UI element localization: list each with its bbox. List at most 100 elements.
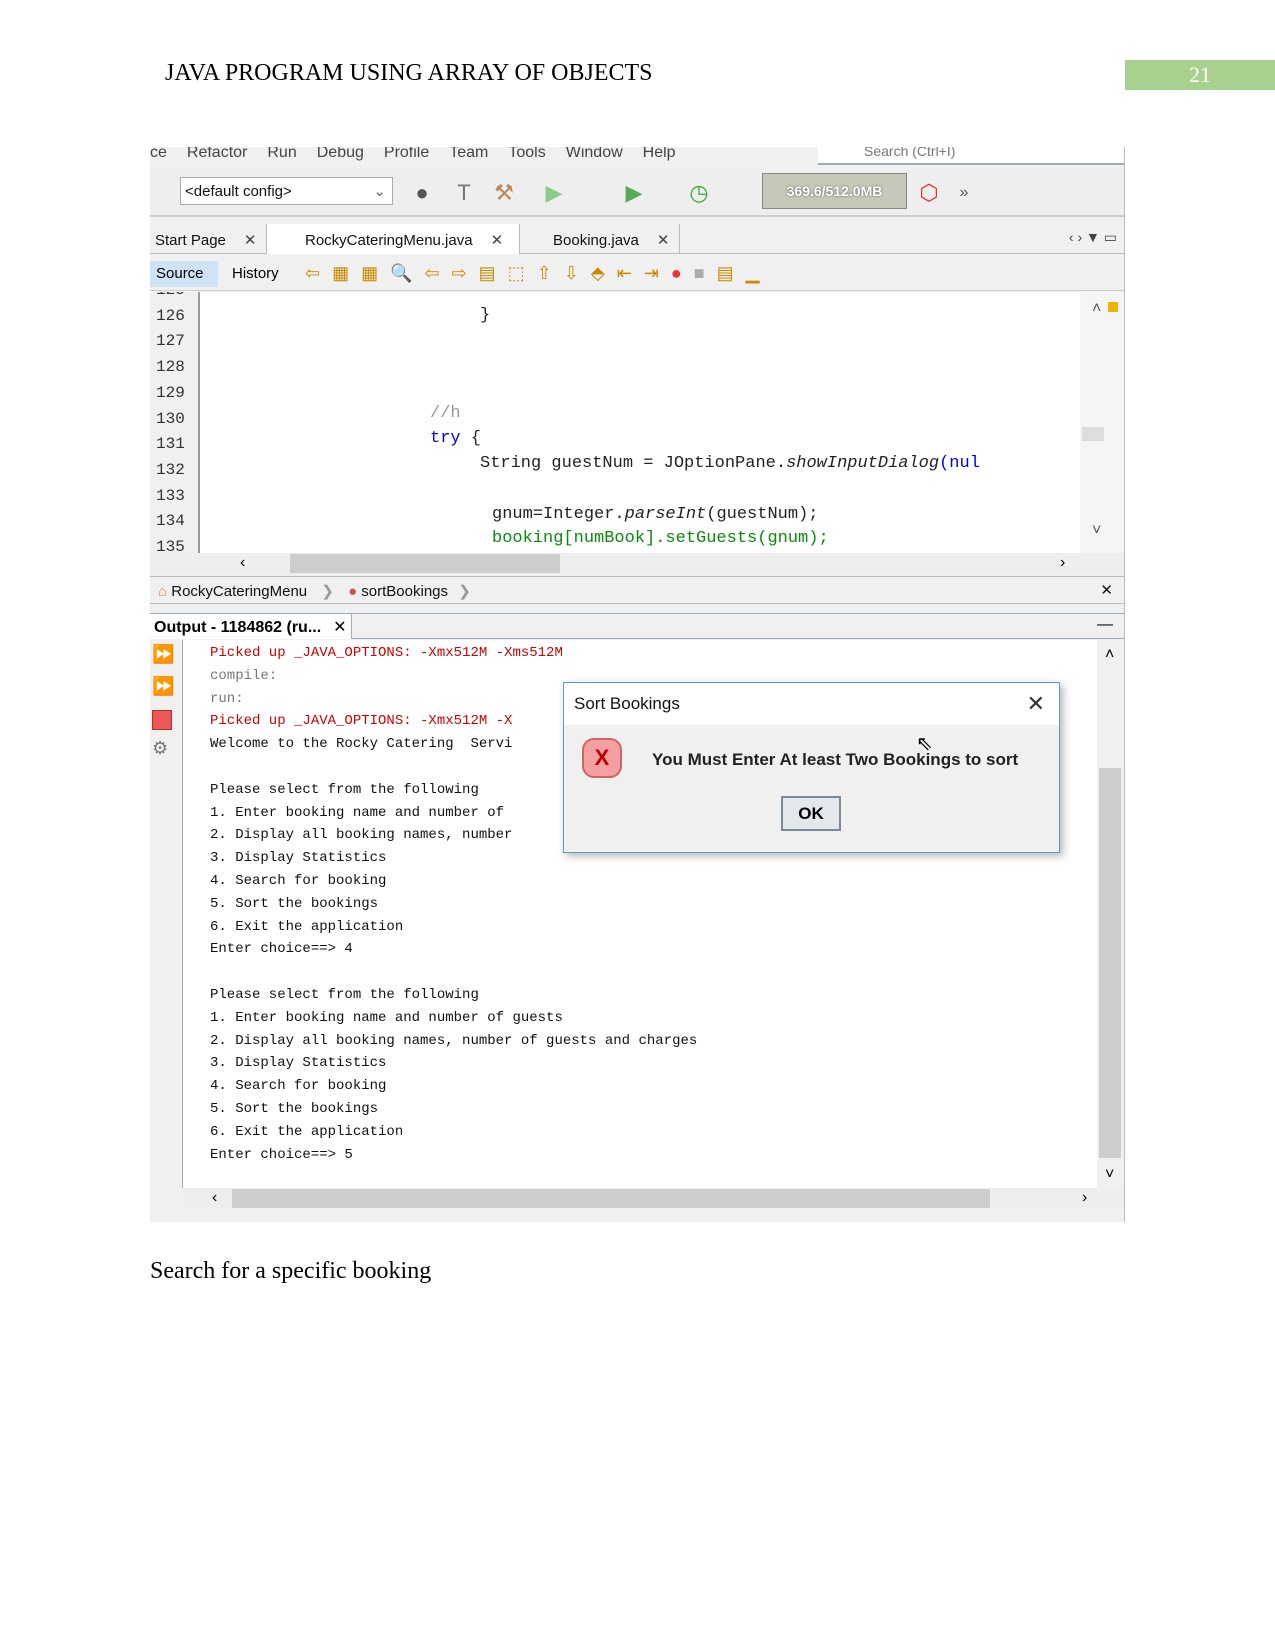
close-icon[interactable]: ✕	[1027, 691, 1045, 717]
menu-item[interactable]: Help	[643, 147, 676, 161]
globe-icon[interactable]: ●	[408, 179, 436, 207]
chevron-right-icon: ❯	[321, 583, 334, 600]
code-line: try {	[430, 429, 481, 448]
warning-marker[interactable]	[1108, 302, 1118, 312]
menu-item[interactable]: Tools	[508, 147, 545, 161]
config-value: <default config>	[185, 183, 292, 200]
output-line: Please select from the following	[210, 987, 479, 1003]
run-icon[interactable]: ▶	[540, 179, 568, 207]
ide-screenshot: ce Refactor Run Debug Profile Team Tools Window…	[150, 147, 1125, 1222]
debug-icon[interactable]: ▶	[620, 179, 648, 207]
search-input[interactable]: Search (Ctrl+I)	[818, 147, 1124, 165]
output-line: 1. Enter booking name and number of	[210, 804, 505, 821]
line-number: 129	[156, 383, 185, 402]
ok-button[interactable]: OK	[781, 796, 841, 831]
clean-build-icon[interactable]: ⚒	[490, 179, 518, 207]
tab-source[interactable]: Source	[150, 261, 218, 287]
output-line: 3. Display Statistics	[210, 850, 387, 867]
window-controls[interactable]: ‹ › ▼ ▭	[1069, 229, 1117, 246]
scroll-left-icon[interactable]: ‹	[240, 554, 245, 572]
line-number-gutter: 125 126 127 128 129 130 131 132 133 134 135	[150, 292, 200, 553]
scroll-thumb[interactable]	[1082, 427, 1104, 441]
breadcrumb: ⌂ RockyCateringMenu ❯ ● sortBookings ❯ ✕	[150, 576, 1124, 604]
editor-vertical-scrollbar[interactable]: ˄ ˅	[1080, 292, 1124, 553]
code-text: gnum=Integer.	[492, 505, 625, 524]
menu-item[interactable]: Debug	[317, 147, 364, 161]
profile-icon[interactable]: ◷	[685, 179, 713, 207]
source-toolbar: Source History ⇦▦▦🔍⇦⇨▤⬚⇧⇩⬘⇤⇥●■▤▁	[150, 258, 1124, 291]
output-line: 5. Sort the bookings	[210, 895, 379, 912]
rerun-with-options-icon[interactable]: ⏩	[152, 676, 174, 697]
minimize-icon[interactable]: —	[1097, 616, 1113, 634]
menu-item[interactable]: Team	[449, 147, 488, 161]
menu-item[interactable]: Refactor	[187, 147, 247, 161]
scroll-down-icon[interactable]: ˅	[1092, 522, 1101, 540]
caption: Search for a specific booking	[150, 1258, 432, 1284]
tab-history[interactable]: History	[226, 261, 285, 287]
code-line: String guestNum = JOptionPane.showInputD…	[480, 454, 980, 473]
output-line: 2. Display all booking names, number of …	[210, 1032, 698, 1049]
editor-horizontal-scrollbar[interactable]: ‹ ›	[150, 553, 1124, 574]
menu-item[interactable]: Window	[566, 147, 623, 161]
tab-label: Booking.java	[553, 232, 639, 249]
close-icon[interactable]: ✕	[333, 619, 346, 636]
code-text: String guestNum = JOptionPane.	[480, 454, 787, 473]
output-line: 6. Exit the application	[210, 918, 404, 935]
output-line: 4. Search for booking	[210, 1078, 387, 1095]
output-line: Welcome to the Rocky Catering Servi	[210, 736, 513, 753]
tab-booking[interactable]: Booking.java ✕	[520, 224, 680, 254]
menu-item[interactable]: ce	[150, 147, 167, 161]
breadcrumb-item[interactable]: RockyCateringMenu	[171, 583, 307, 600]
code-text: parseInt	[624, 505, 707, 524]
line-number: 130	[156, 409, 185, 428]
tab-start-page[interactable]: Start Page ✕	[150, 224, 267, 254]
code-text: (guestNum);	[706, 505, 819, 524]
output-line: Picked up _JAVA_OPTIONS: -Xmx512M -X	[210, 713, 513, 730]
tab-rockycateringmenu[interactable]: RockyCateringMenu.java ✕	[267, 224, 520, 254]
breadcrumb-item[interactable]: sortBookings	[361, 583, 448, 600]
rerun-icon[interactable]: ⏩	[152, 644, 174, 665]
error-x-icon: X	[582, 738, 622, 778]
main-toolbar: <default config> ⌄ ● T ⚒ ▶ ▶ ◷ 369.6/512.…	[150, 169, 1124, 217]
output-horizontal-scrollbar[interactable]: ‹ ›	[182, 1188, 1124, 1209]
config-dropdown[interactable]: <default config> ⌄	[180, 177, 393, 205]
tab-output[interactable]: Output - 1184862 (ru... ✕	[150, 614, 352, 639]
dialog-message: You Must Enter At least Two Bookings to …	[652, 750, 1019, 769]
line-number: 125	[156, 292, 185, 299]
scroll-right-icon[interactable]: ›	[1060, 554, 1065, 572]
output-line: Enter choice==> 5	[210, 1146, 353, 1163]
output-vertical-scrollbar[interactable]: ˄ ˅	[1097, 640, 1124, 1188]
build-hammer-icon[interactable]: T	[450, 179, 478, 207]
stop-icon[interactable]	[152, 710, 172, 730]
chevron-down-icon: ⌄	[373, 183, 386, 200]
settings-icon[interactable]: ⚙	[152, 738, 168, 759]
scroll-up-icon[interactable]: ˄	[1092, 300, 1101, 318]
menu-item[interactable]: Run	[267, 147, 296, 161]
close-icon[interactable]: ✕	[1100, 581, 1113, 599]
scroll-thumb[interactable]	[1099, 768, 1121, 1158]
code-editor[interactable]: 125126127128129130131132133134135 } //h …	[150, 292, 1080, 553]
method-icon: ●	[348, 583, 358, 600]
output-line: 1. Enter booking name and number of gues…	[210, 1009, 563, 1026]
line-number: 126	[156, 306, 185, 325]
more-icon[interactable]: »	[950, 179, 978, 207]
output-line: Enter choice==> 4	[210, 941, 353, 958]
scroll-up-icon[interactable]: ˄	[1105, 646, 1114, 664]
line-number: 128	[156, 358, 185, 377]
output-line: 2. Display all booking names, number	[210, 827, 513, 844]
scroll-left-icon[interactable]: ‹	[212, 1189, 217, 1207]
close-icon[interactable]: ✕	[244, 232, 257, 249]
code-line: gnum=Integer.parseInt(guestNum);	[492, 505, 818, 524]
page-number: 21	[1125, 60, 1275, 90]
output-line: Please select from the following	[210, 781, 479, 798]
menu-item[interactable]: Profile	[384, 147, 429, 161]
output-line: compile:	[210, 667, 278, 684]
close-icon[interactable]: ✕	[491, 232, 504, 249]
line-number: 134	[156, 512, 185, 531]
scroll-right-icon[interactable]: ›	[1082, 1189, 1087, 1207]
memory-indicator[interactable]: 369.6/512.0MB	[762, 173, 907, 209]
close-icon[interactable]: ✕	[657, 232, 670, 249]
gc-icon[interactable]: ⬡	[915, 179, 943, 207]
scroll-down-icon[interactable]: ˅	[1105, 1166, 1114, 1184]
editor-tool-icons[interactable]: ⇦▦▦🔍⇦⇨▤⬚⇧⇩⬘⇤⇥●■▤▁	[305, 263, 771, 284]
